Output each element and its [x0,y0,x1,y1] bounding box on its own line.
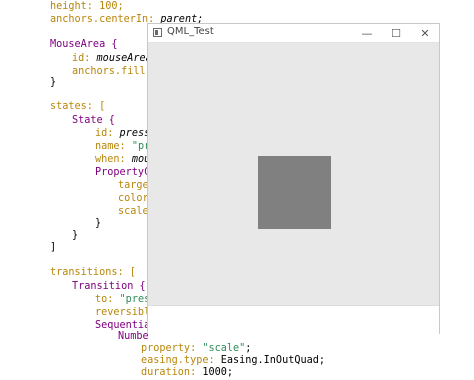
code-line: when: mou [95,153,150,167]
code-line: } [50,76,56,90]
code-text: 1000; [202,367,234,378]
code-text: color [118,193,149,204]
code-line: height: 100; [50,0,124,14]
code-line: reversibl [95,306,150,320]
code-line: scale [118,205,149,219]
code-line: duration: 1000; [141,366,233,380]
code-line: transitions: [ [50,266,136,280]
code-text: } [72,230,79,241]
code-line: color [118,192,149,206]
code-line: id: mouseArea [72,52,152,66]
code-line: PropertyC [95,166,150,180]
code-text: State { [72,115,115,126]
code-text: mouseArea [96,53,152,64]
code-text: id: [95,128,120,139]
code-line: Transition { [72,280,146,294]
code-text: height: 100; [50,1,124,12]
code-line: State { [72,114,115,128]
code-text: states: [ [50,101,106,112]
code-line: states: [ [50,100,105,114]
code-line: } [95,217,101,231]
code-text: anchors.fill: [72,66,152,77]
maximize-button[interactable]: ☐ [382,24,410,42]
code-text: Transition { [72,281,146,292]
code-line: targe [118,179,149,193]
minimize-button[interactable]: — [353,24,381,42]
code-text: "pres [119,294,151,305]
code-text: to: [95,294,120,305]
code-text: Numbe [118,331,149,342]
code-text: name: [95,141,132,152]
code-line: } [72,229,78,243]
qml-app-window[interactable]: QML_Test — ☐ ✕ [147,23,440,334]
window-content [148,43,439,305]
code-text: } [95,218,102,229]
gray-rectangle[interactable] [258,156,331,229]
code-line: MouseArea { [50,38,117,52]
code-text: scale [118,206,149,217]
code-text: Easing.InOutQuad; [220,355,326,366]
code-line: ] [50,241,56,255]
app-window-icon [153,28,162,37]
code-text: easing.type: [141,355,221,366]
close-button[interactable]: ✕ [411,24,439,42]
code-text: press [119,128,151,139]
code-text: anchors.centerIn: [50,14,161,25]
code-text: when: [95,154,132,165]
code-text: ] [50,242,57,253]
code-line: id: press [95,127,150,141]
window-titlebar[interactable]: QML_Test — ☐ ✕ [148,24,439,43]
code-text: duration: [141,367,203,378]
code-text: property: [141,343,203,354]
code-text: ; [245,343,252,354]
code-line: to: "pres [95,293,150,307]
code-text: MouseArea { [50,39,118,50]
code-text: PropertyC [95,167,151,178]
code-text: } [50,77,57,88]
code-line: anchors.fill: [72,65,152,79]
code-text: "scale" [202,343,246,354]
window-title: QML_Test [167,26,214,37]
code-text: targe [118,180,149,191]
code-text: id: [72,53,97,64]
window-bottom-area [148,305,439,334]
code-text: reversibl [95,307,151,318]
code-line: name: "pr [95,140,150,154]
code-text: transitions: [ [50,267,136,278]
